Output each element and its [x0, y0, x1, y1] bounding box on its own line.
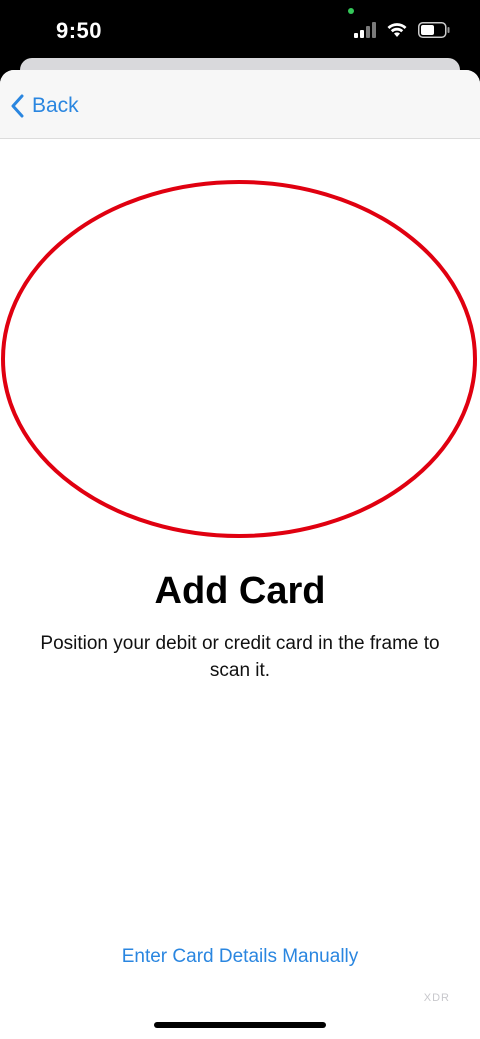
screen: 9:50 Back Add Card Position your debit o… [0, 0, 480, 1039]
status-time: 9:50 [56, 18, 103, 43]
instruction-text: Position your debit or credit card in th… [40, 633, 440, 681]
back-button[interactable]: Back [10, 90, 79, 122]
status-bar: 9:50 [0, 0, 480, 64]
page-title: Add Card [154, 570, 326, 612]
card-frame-oval [1, 180, 477, 538]
navigation-bar: Back [0, 70, 480, 139]
wifi-icon [386, 22, 408, 43]
enter-card-details-manually-button[interactable]: Enter Card Details Manually [0, 946, 480, 968]
back-button-label: Back [32, 94, 79, 117]
cellular-signal-icon [354, 22, 376, 43]
watermark-logo: XDR [423, 992, 450, 1004]
status-icons [354, 22, 450, 43]
add-card-sheet: Back Add Card Position your debit or cre… [0, 70, 480, 1039]
camera-indicator-dot [348, 8, 354, 14]
home-indicator[interactable] [154, 1022, 326, 1028]
battery-icon [418, 22, 450, 43]
chevron-left-icon [10, 94, 24, 118]
